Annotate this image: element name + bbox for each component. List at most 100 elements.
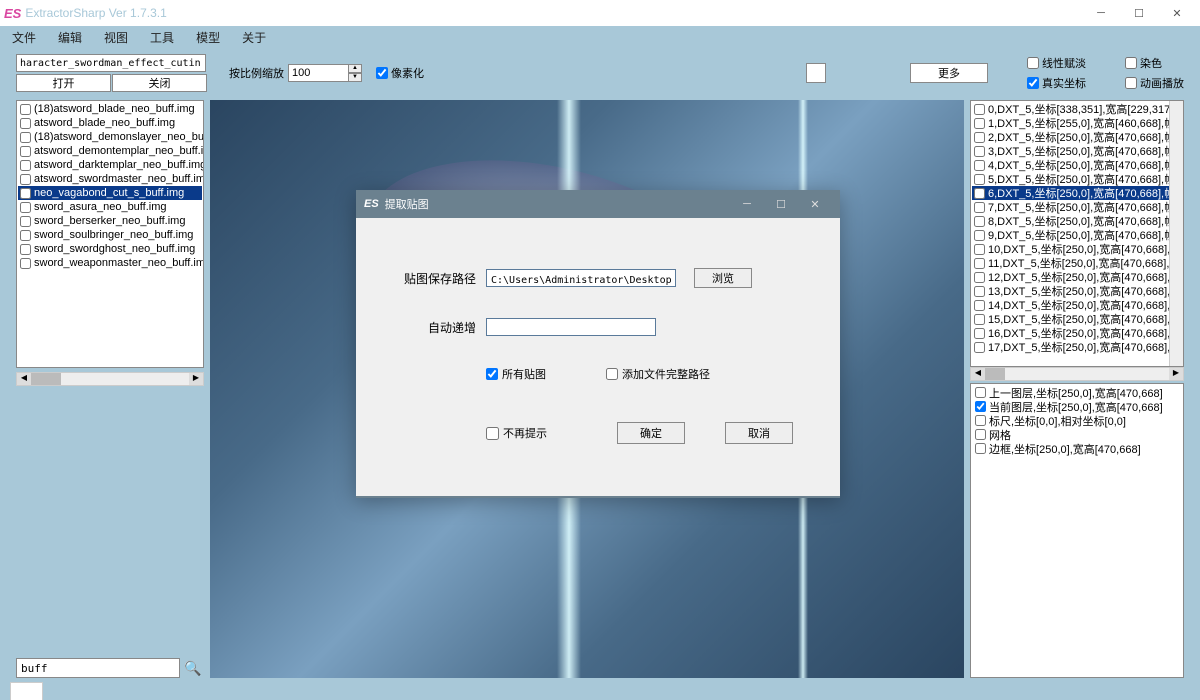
file-item-checkbox[interactable] [20,160,31,171]
menu-edit[interactable]: 编辑 [58,29,82,46]
file-list-item[interactable]: atsword_blade_neo_buff.img [18,116,202,130]
real-coord-checkbox[interactable] [1027,77,1039,89]
layer-prop-item[interactable]: 当前图层,坐标[250,0],宽高[470,668] [973,400,1181,414]
frame-list-item[interactable]: 0,DXT_5,坐标[338,351],宽高[229,317],帧域 [972,102,1182,116]
bottom-tab[interactable]: . [10,682,43,700]
menu-view[interactable]: 视图 [104,29,128,46]
scale-input[interactable] [288,64,348,82]
frame-item-checkbox[interactable] [974,342,985,353]
open-button[interactable]: 打开 [16,74,111,92]
file-list-item[interactable]: (18)atsword_demonslayer_neo_buff. [18,130,202,144]
frame-list-item[interactable]: 16,DXT_5,坐标[250,0],宽高[470,668],帧 [972,326,1182,340]
frame-list-item[interactable]: 2,DXT_5,坐标[250,0],宽高[470,668],帧域 [972,130,1182,144]
layer-prop-item[interactable]: 标尺,坐标[0,0],相对坐标[0,0] [973,414,1181,428]
frame-item-checkbox[interactable] [974,272,985,283]
frame-item-checkbox[interactable] [974,286,985,297]
file-list-item[interactable]: (18)atsword_blade_neo_buff.img [18,102,202,116]
file-item-checkbox[interactable] [20,188,31,199]
more-button[interactable]: 更多 [910,63,988,83]
ok-button[interactable]: 确定 [617,422,685,444]
frame-list-item[interactable]: 7,DXT_5,坐标[250,0],宽高[470,668],帧域 [972,200,1182,214]
file-item-checkbox[interactable] [20,174,31,185]
all-images-checkbox[interactable] [486,368,498,380]
frame-list-item[interactable]: 4,DXT_5,坐标[250,0],宽高[470,668],帧域 [972,158,1182,172]
frame-list-item[interactable]: 10,DXT_5,坐标[250,0],宽高[470,668],帧 [972,242,1182,256]
close-button[interactable]: ✕ [1158,0,1196,26]
dialog-titlebar[interactable]: ES 提取贴图 ─ ☐ ✕ [356,190,840,218]
file-item-checkbox[interactable] [20,146,31,157]
npk-path-input[interactable] [16,54,206,72]
minimize-button[interactable]: ─ [1082,0,1120,26]
menu-about[interactable]: 关于 [242,29,266,46]
file-list-item[interactable]: sword_swordghost_neo_buff.img [18,242,202,256]
file-list-item[interactable]: atsword_swordmaster_neo_buff.im [18,172,202,186]
dialog-maximize-button[interactable]: ☐ [764,192,798,216]
layer-prop-checkbox[interactable] [975,401,986,412]
frame-item-checkbox[interactable] [974,244,985,255]
file-list-item[interactable]: sword_weaponmaster_neo_buff.img [18,256,202,270]
auto-increment-input[interactable] [486,318,656,336]
cancel-button[interactable]: 取消 [725,422,793,444]
scale-down-icon[interactable]: ▼ [348,73,362,82]
search-input[interactable] [16,658,180,678]
frame-list-item[interactable]: 14,DXT_5,坐标[250,0],宽高[470,668],帧 [972,298,1182,312]
frame-list-item[interactable]: 9,DXT_5,坐标[250,0],宽高[470,668],帧域 [972,228,1182,242]
frame-h-scrollbar[interactable]: ◀▶ [970,367,1184,381]
file-item-checkbox[interactable] [20,230,31,241]
frame-list-item[interactable]: 3,DXT_5,坐标[250,0],宽高[470,668],帧域 [972,144,1182,158]
file-item-checkbox[interactable] [20,244,31,255]
file-item-checkbox[interactable] [20,258,31,269]
frame-item-checkbox[interactable] [974,328,985,339]
layer-props-list[interactable]: 上一图层,坐标[250,0],宽高[470,668]当前图层,坐标[250,0]… [970,383,1184,678]
frame-list-item[interactable]: 12,DXT_5,坐标[250,0],宽高[470,668],帧 [972,270,1182,284]
layer-prop-checkbox[interactable] [975,429,986,440]
frame-item-checkbox[interactable] [974,118,985,129]
dialog-close-button[interactable]: ✕ [798,192,832,216]
file-item-checkbox[interactable] [20,118,31,129]
frame-item-checkbox[interactable] [974,230,985,241]
file-item-checkbox[interactable] [20,202,31,213]
layer-prop-checkbox[interactable] [975,415,986,426]
add-fullpath-checkbox[interactable] [606,368,618,380]
browse-button[interactable]: 浏览 [694,268,752,288]
frame-list-item[interactable]: 15,DXT_5,坐标[250,0],宽高[470,668],帧 [972,312,1182,326]
frame-list-item[interactable]: 13,DXT_5,坐标[250,0],宽高[470,668],帧 [972,284,1182,298]
menu-model[interactable]: 模型 [196,29,220,46]
frame-list-item[interactable]: 17,DXT_5,坐标[250,0],宽高[470,668],帧 [972,340,1182,354]
pixelate-checkbox[interactable] [376,67,388,79]
color-picker[interactable] [806,63,826,83]
frame-list-item[interactable]: 11,DXT_5,坐标[250,0],宽高[470,668],帧 [972,256,1182,270]
file-list-item[interactable]: neo_vagabond_cut_s_buff.img [18,186,202,200]
menu-tools[interactable]: 工具 [150,29,174,46]
file-list-item[interactable]: sword_asura_neo_buff.img [18,200,202,214]
layer-prop-item[interactable]: 网格 [973,428,1181,442]
frame-list-item[interactable]: 8,DXT_5,坐标[250,0],宽高[470,668],帧域 [972,214,1182,228]
frame-list-item[interactable]: 1,DXT_5,坐标[255,0],宽高[460,668],帧域 [972,116,1182,130]
scale-up-icon[interactable]: ▲ [348,64,362,73]
frame-item-checkbox[interactable] [974,202,985,213]
file-item-checkbox[interactable] [20,132,31,143]
save-path-input[interactable] [486,269,676,287]
no-prompt-checkbox[interactable] [486,427,499,440]
file-list-item[interactable]: sword_berserker_neo_buff.img [18,214,202,228]
file-list-item[interactable]: atsword_darktemplar_neo_buff.img [18,158,202,172]
frame-list-item[interactable]: 6,DXT_5,坐标[250,0],宽高[470,668],帧域 [972,186,1182,200]
file-item-checkbox[interactable] [20,104,31,115]
h-scrollbar[interactable]: ◀▶ [16,372,204,386]
maximize-button[interactable]: ☐ [1120,0,1158,26]
frame-item-checkbox[interactable] [974,174,985,185]
dialog-minimize-button[interactable]: ─ [730,192,764,216]
frame-item-checkbox[interactable] [974,146,985,157]
frame-item-checkbox[interactable] [974,132,985,143]
dye-checkbox[interactable] [1125,57,1137,69]
frame-item-checkbox[interactable] [974,160,985,171]
layer-prop-item[interactable]: 边框,坐标[250,0],宽高[470,668] [973,442,1181,456]
layer-prop-checkbox[interactable] [975,443,986,454]
linear-fade-checkbox[interactable] [1027,57,1039,69]
file-list-item[interactable]: sword_soulbringer_neo_buff.img [18,228,202,242]
layer-prop-item[interactable]: 上一图层,坐标[250,0],宽高[470,668] [973,386,1181,400]
frame-item-checkbox[interactable] [974,300,985,311]
menu-file[interactable]: 文件 [12,29,36,46]
frame-list-item[interactable]: 5,DXT_5,坐标[250,0],宽高[470,668],帧域 [972,172,1182,186]
layer-prop-checkbox[interactable] [975,387,986,398]
